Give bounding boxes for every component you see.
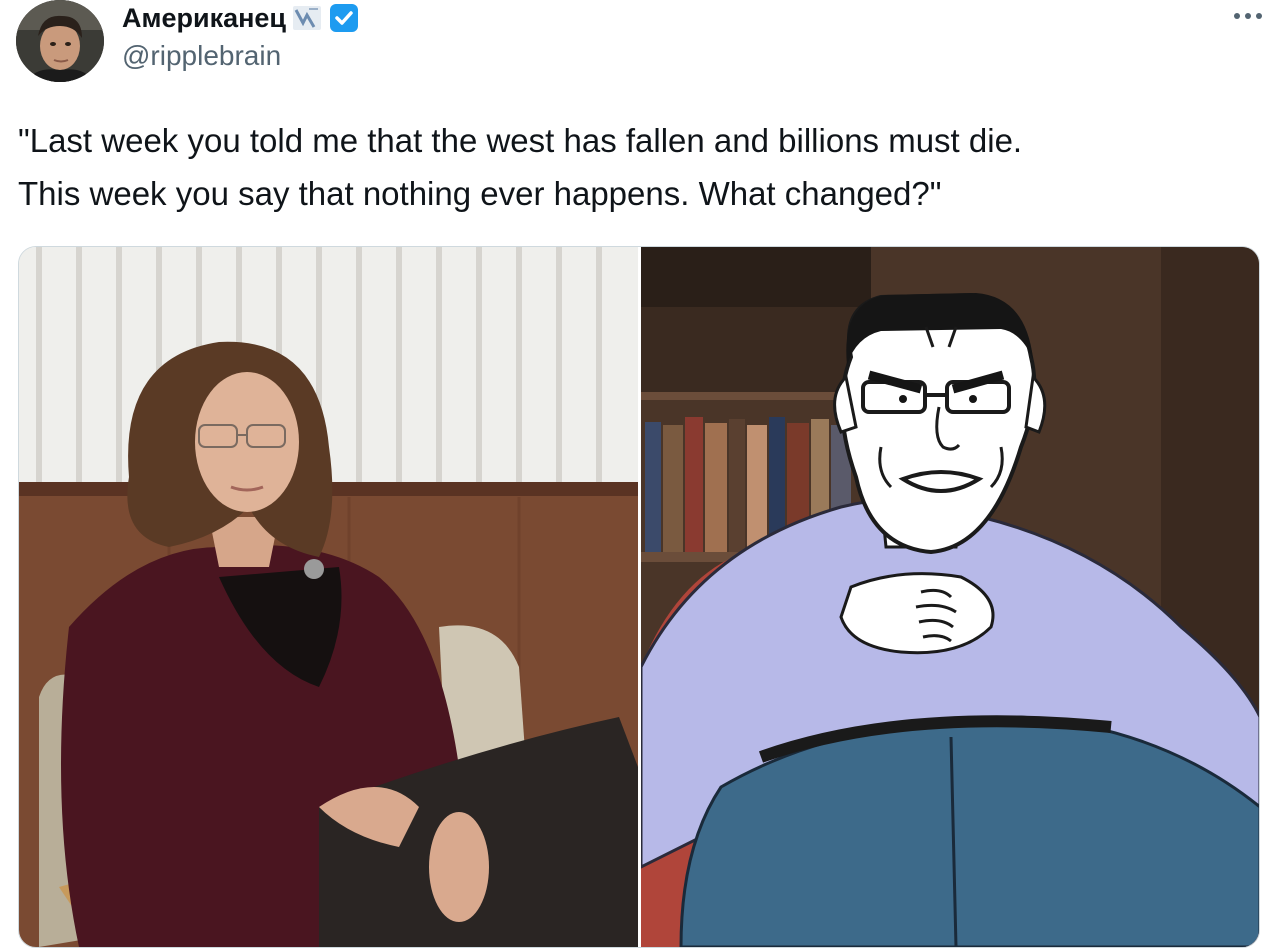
media-image-left[interactable] bbox=[19, 247, 638, 947]
author-block: Американец @ripplebrain bbox=[122, 0, 360, 80]
flag-badge-icon bbox=[292, 3, 322, 33]
tweet-card: Американец @ripplebrain "Last week you t… bbox=[0, 0, 1284, 948]
media-grid bbox=[18, 246, 1260, 948]
media-image-right[interactable] bbox=[640, 247, 1259, 947]
avatar[interactable] bbox=[16, 0, 104, 82]
avatar-image bbox=[16, 0, 104, 82]
more-horizontal-icon[interactable] bbox=[1228, 4, 1268, 28]
handle[interactable]: @ripplebrain bbox=[122, 40, 360, 72]
photo-wojak-cartoon-patient bbox=[640, 247, 1259, 947]
name-row: Американец bbox=[122, 0, 360, 36]
display-name[interactable]: Американец bbox=[122, 3, 286, 34]
verified-badge-icon bbox=[328, 2, 360, 34]
photo-woman-therapist bbox=[19, 247, 638, 947]
tweet-text: "Last week you told me that the west has… bbox=[18, 122, 1023, 212]
